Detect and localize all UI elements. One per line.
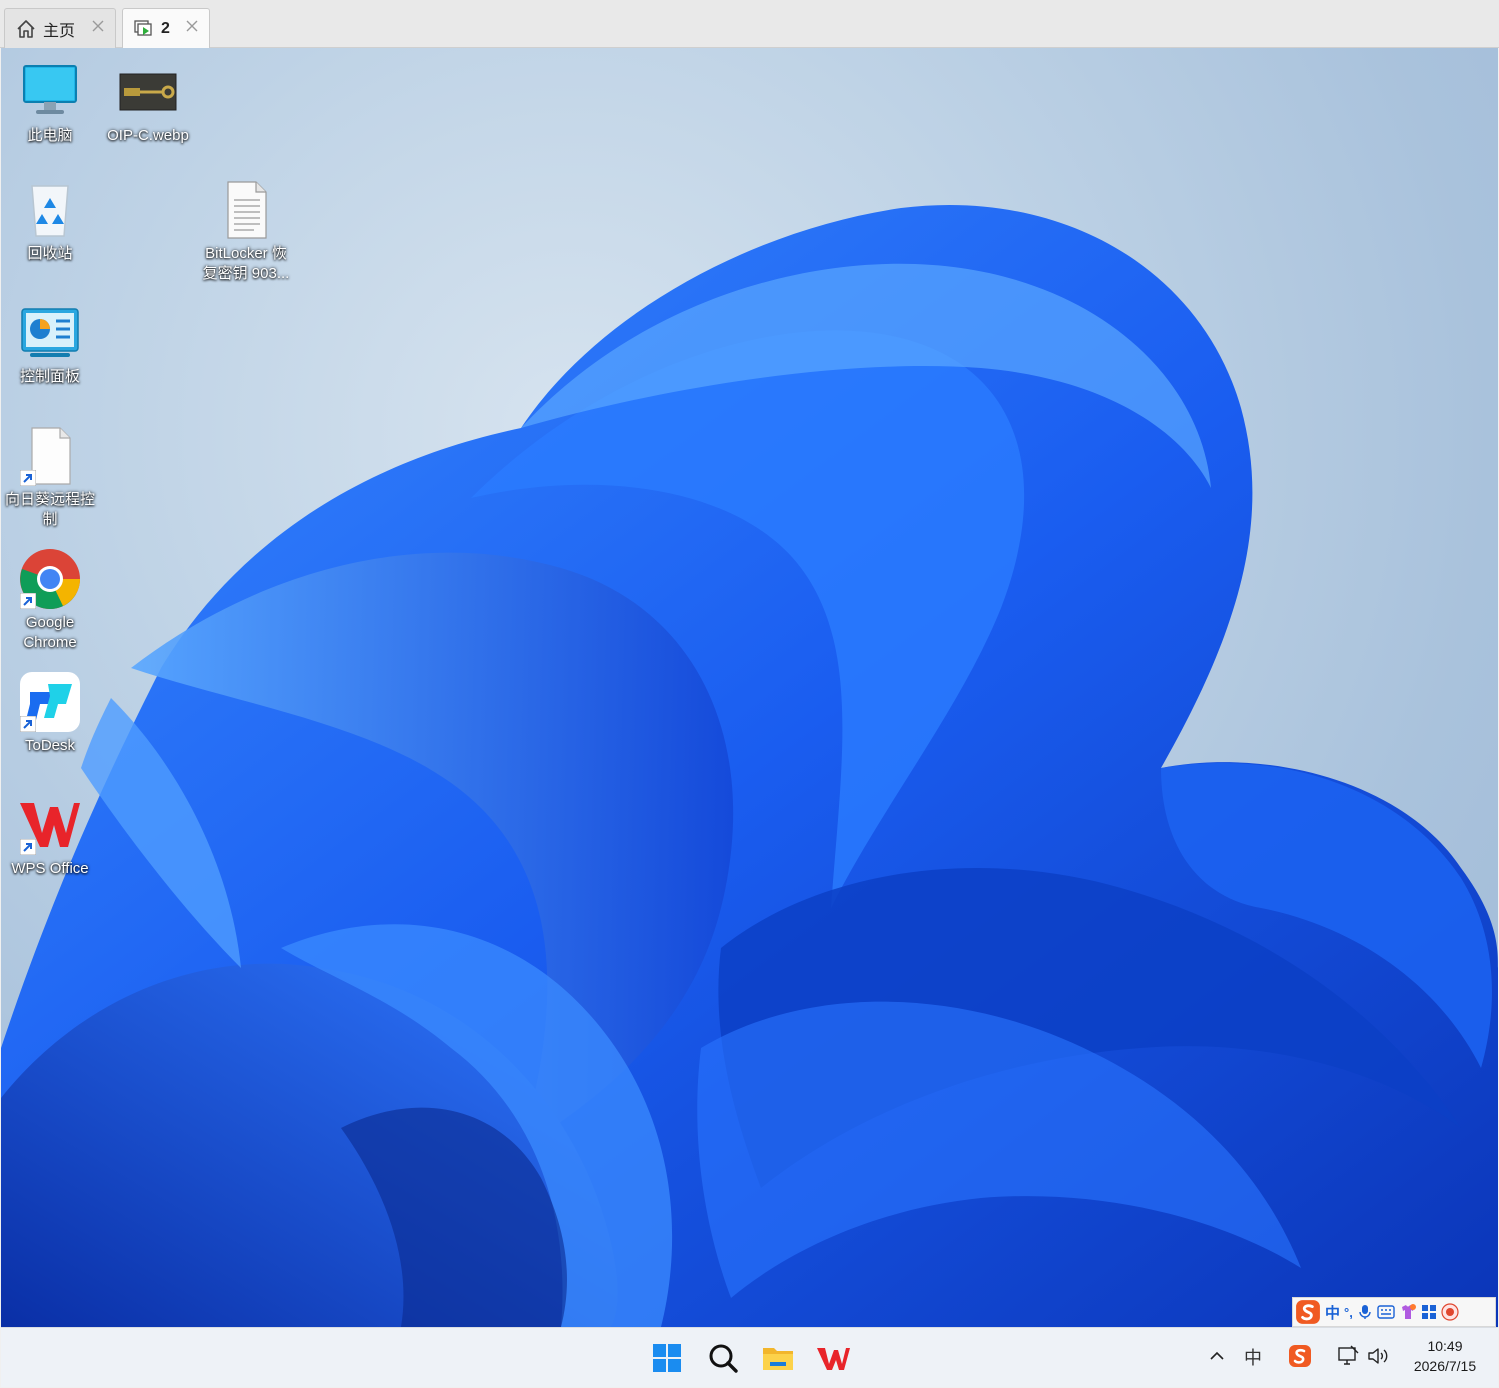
tray-time: 10:49 bbox=[1427, 1338, 1463, 1354]
control-panel-icon bbox=[21, 308, 79, 357]
monitor-icon bbox=[23, 65, 77, 114]
desktop-icon-label-line1: BitLocker 恢 bbox=[205, 245, 287, 262]
tray-date: 2026/7/15 bbox=[1413, 1358, 1477, 1374]
sogou-icon[interactable] bbox=[1288, 1344, 1312, 1368]
mic-icon[interactable] bbox=[1357, 1304, 1373, 1320]
desktop-icon-todesk[interactable]: ToDesk bbox=[2, 670, 98, 756]
tab-session-2-label: 2 bbox=[161, 19, 170, 37]
image-file-icon bbox=[119, 73, 177, 111]
desktop-icon-recycle-bin[interactable]: 回收站 bbox=[2, 178, 98, 264]
remote-session-icon bbox=[134, 19, 152, 36]
desktop-icon-sunlogin[interactable]: 向日葵远程控 制 bbox=[2, 424, 98, 530]
ime-punct-indicator[interactable]: °, bbox=[1344, 1305, 1353, 1320]
sogou-icon[interactable] bbox=[1295, 1299, 1321, 1325]
desktop-icon-oip-c-webp[interactable]: OIP-C.webp bbox=[100, 60, 196, 146]
desktop-icon-label: 控制面板 bbox=[19, 368, 80, 385]
tab-home-label: 主页 bbox=[43, 22, 76, 40]
desktop-icon-wps-office[interactable]: WPS Office bbox=[2, 793, 98, 879]
shortcut-arrow-icon bbox=[20, 716, 36, 732]
home-icon bbox=[17, 19, 35, 38]
desktop-icon-this-pc[interactable]: 此电脑 bbox=[2, 60, 98, 146]
tab-home[interactable]: 主页 bbox=[4, 8, 116, 48]
shortcut-arrow-icon bbox=[20, 470, 36, 486]
tab-session-2[interactable]: 2 bbox=[122, 8, 210, 48]
desktop-icon-google-chrome[interactable]: Google Chrome bbox=[2, 547, 98, 653]
recycle-bin-icon bbox=[31, 185, 69, 237]
text-document-icon bbox=[227, 181, 267, 239]
shortcut-arrow-icon bbox=[20, 839, 36, 855]
shortcut-arrow-icon bbox=[20, 593, 36, 609]
search-icon[interactable] bbox=[703, 1338, 743, 1378]
network-icon[interactable] bbox=[1336, 1344, 1360, 1368]
desktop[interactable]: 此电脑 OIP-C.webp 回收站 BitLocker 恢 复密钥 903..… bbox=[1, 48, 1498, 1327]
file-explorer-icon[interactable] bbox=[758, 1338, 798, 1378]
desktop-icon-bitlocker-key[interactable]: BitLocker 恢 复密钥 903... bbox=[198, 178, 294, 284]
desktop-icon-label-line2: 复密钥 903... bbox=[202, 265, 290, 282]
desktop-icon-label: WPS Office bbox=[11, 860, 89, 877]
avatar-icon[interactable] bbox=[1441, 1303, 1459, 1321]
skin-icon[interactable] bbox=[1399, 1303, 1417, 1321]
desktop-icon-label: ToDesk bbox=[24, 737, 76, 754]
volume-icon[interactable] bbox=[1366, 1344, 1390, 1368]
close-icon[interactable] bbox=[91, 19, 105, 33]
desktop-icon-label-line1: Google bbox=[25, 614, 75, 631]
ime-toolbar[interactable]: 中 °, bbox=[1292, 1297, 1496, 1327]
ime-lang-indicator[interactable]: 中 bbox=[1325, 1302, 1340, 1323]
chevron-up-icon[interactable] bbox=[1205, 1344, 1229, 1368]
desktop-icon-label-line2: 制 bbox=[42, 511, 58, 528]
desktop-icon-label-line1: 向日葵远程控 bbox=[4, 491, 95, 508]
session-tab-bar: 主页 2 bbox=[0, 0, 1499, 48]
tray-clock[interactable]: 10:49 2026/7/15 bbox=[1399, 1336, 1491, 1376]
keyboard-icon[interactable] bbox=[1377, 1305, 1395, 1319]
desktop-icon-label-line2: Chrome bbox=[23, 634, 77, 651]
desktop-icon-label: 此电脑 bbox=[27, 127, 73, 144]
toolbox-icon[interactable] bbox=[1421, 1304, 1437, 1320]
desktop-icon-label: OIP-C.webp bbox=[107, 127, 189, 144]
desktop-icon-label: 回收站 bbox=[27, 245, 73, 262]
wps-icon[interactable] bbox=[813, 1338, 853, 1378]
taskbar: 中 10:49 2026/7/15 bbox=[1, 1327, 1498, 1387]
tray-ime-indicator[interactable]: 中 bbox=[1244, 1344, 1262, 1370]
close-icon[interactable] bbox=[185, 19, 199, 33]
desktop-icon-control-panel[interactable]: 控制面板 bbox=[2, 301, 98, 387]
windows-start-icon[interactable] bbox=[647, 1338, 687, 1378]
